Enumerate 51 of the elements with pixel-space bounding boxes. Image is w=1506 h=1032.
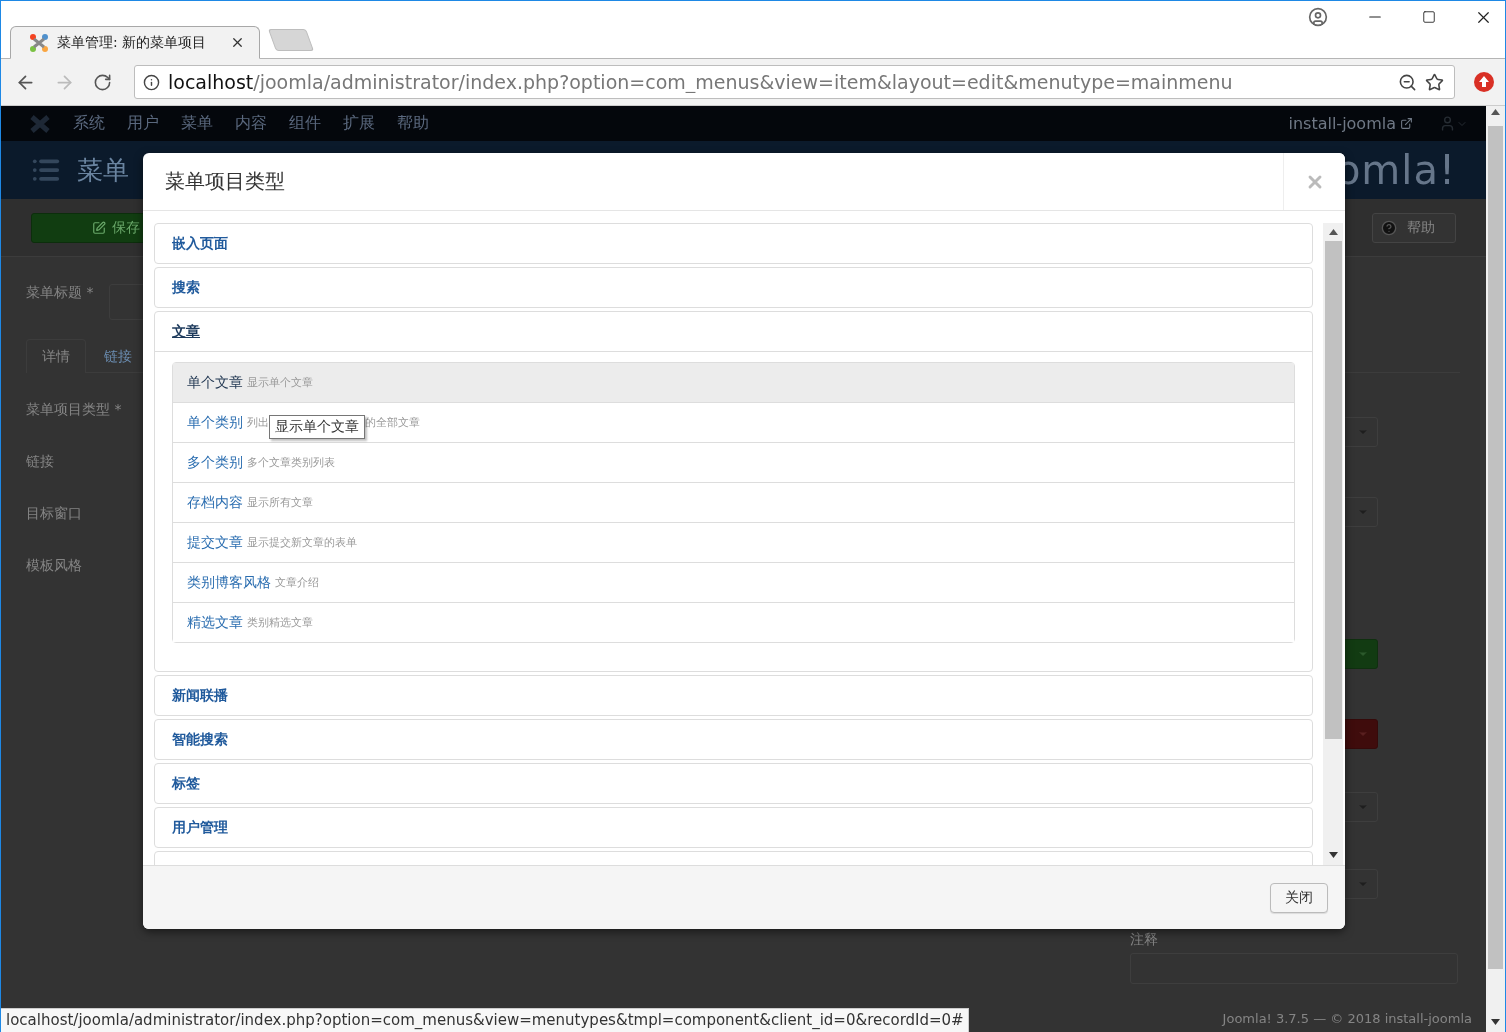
edit-icon bbox=[92, 220, 106, 235]
star-icon[interactable] bbox=[1425, 72, 1444, 92]
nav-menu-item[interactable]: 帮助 bbox=[397, 113, 429, 134]
help-button[interactable]: 帮助 bbox=[1372, 212, 1456, 243]
scroll-up-icon[interactable] bbox=[1491, 109, 1500, 115]
page-title: 菜单 bbox=[77, 153, 129, 187]
field-label: 菜单标题 * bbox=[26, 284, 94, 302]
joomla-logo-icon bbox=[29, 32, 49, 53]
field-label: 链接 bbox=[26, 453, 54, 471]
form-tab[interactable]: 详情 bbox=[26, 339, 86, 373]
zoom-out-icon[interactable] bbox=[1398, 72, 1417, 92]
scroll-down-icon[interactable] bbox=[1328, 852, 1338, 858]
accordion-heading[interactable]: 嵌入页面 bbox=[155, 224, 1312, 263]
help-icon bbox=[1381, 219, 1397, 236]
nav-menu-item[interactable]: 系统 bbox=[73, 113, 105, 134]
nav-menu-item[interactable]: 组件 bbox=[289, 113, 321, 134]
external-link-icon bbox=[1400, 117, 1413, 130]
tooltip: 显示单个文章 bbox=[269, 414, 365, 439]
menu-type-item[interactable]: 单个文章 显示单个文章 bbox=[173, 363, 1294, 402]
accordion-heading[interactable]: 用户管理 bbox=[155, 808, 1312, 847]
site-link[interactable]: install-joomla bbox=[1288, 114, 1413, 133]
footer-text: Joomla! 3.7.5 — © 2018 install-joomla bbox=[1222, 1010, 1472, 1026]
scroll-up-icon[interactable] bbox=[1328, 229, 1338, 235]
browser-tab[interactable]: 菜单管理: 新的菜单项目 bbox=[10, 26, 260, 59]
accordion-heading[interactable]: 智能搜索 bbox=[155, 720, 1312, 759]
nav-menu-item[interactable]: 内容 bbox=[235, 113, 267, 134]
close-icon[interactable] bbox=[230, 35, 245, 50]
maximize-icon[interactable] bbox=[1422, 10, 1436, 24]
field-label: 模板风格 bbox=[26, 557, 82, 575]
modal-title: 菜单项目类型 bbox=[164, 168, 286, 195]
nav-menu-item[interactable]: 用户 bbox=[127, 113, 159, 134]
field-label: 目标窗口 bbox=[26, 505, 82, 523]
field-label: 菜单项目类型 * bbox=[26, 401, 122, 419]
accordion-heading[interactable]: 标签 bbox=[155, 764, 1312, 803]
nav-menu-item[interactable]: 扩展 bbox=[343, 113, 375, 134]
extension-icon[interactable] bbox=[1473, 71, 1495, 93]
account-icon[interactable] bbox=[1308, 7, 1328, 27]
scroll-down-icon[interactable] bbox=[1491, 1019, 1500, 1025]
address-bar[interactable]: localhost/joomla/administrator/index.php?option=com_menus&view=item&layout=edit&menutype=mainmenu bbox=[134, 65, 1455, 99]
close-button[interactable]: 关闭 bbox=[1270, 882, 1328, 913]
info-icon[interactable] bbox=[143, 73, 160, 91]
accordion-heading[interactable]: 新闻联播 bbox=[155, 676, 1312, 715]
accordion-heading[interactable]: 文章 bbox=[155, 312, 1312, 352]
field-label: 注释 bbox=[1130, 931, 1158, 949]
form-tab[interactable]: 链接 bbox=[88, 339, 148, 373]
menu-type-item[interactable]: 精选文章 类别精选文章 bbox=[173, 602, 1294, 642]
reload-button[interactable] bbox=[93, 72, 112, 92]
nav-menu-item[interactable]: 菜单 bbox=[181, 113, 213, 134]
status-url: localhost/joomla/administrator/index.php?option=com_menus&view=menutypes&tmpl=component&client_id=0&recordId=0# bbox=[1, 1008, 969, 1032]
accordion-heading[interactable]: 搜索 bbox=[155, 268, 1312, 307]
menu-type-item[interactable]: 单个类别 列出 显示单个文章 的全部文章 bbox=[173, 402, 1294, 442]
